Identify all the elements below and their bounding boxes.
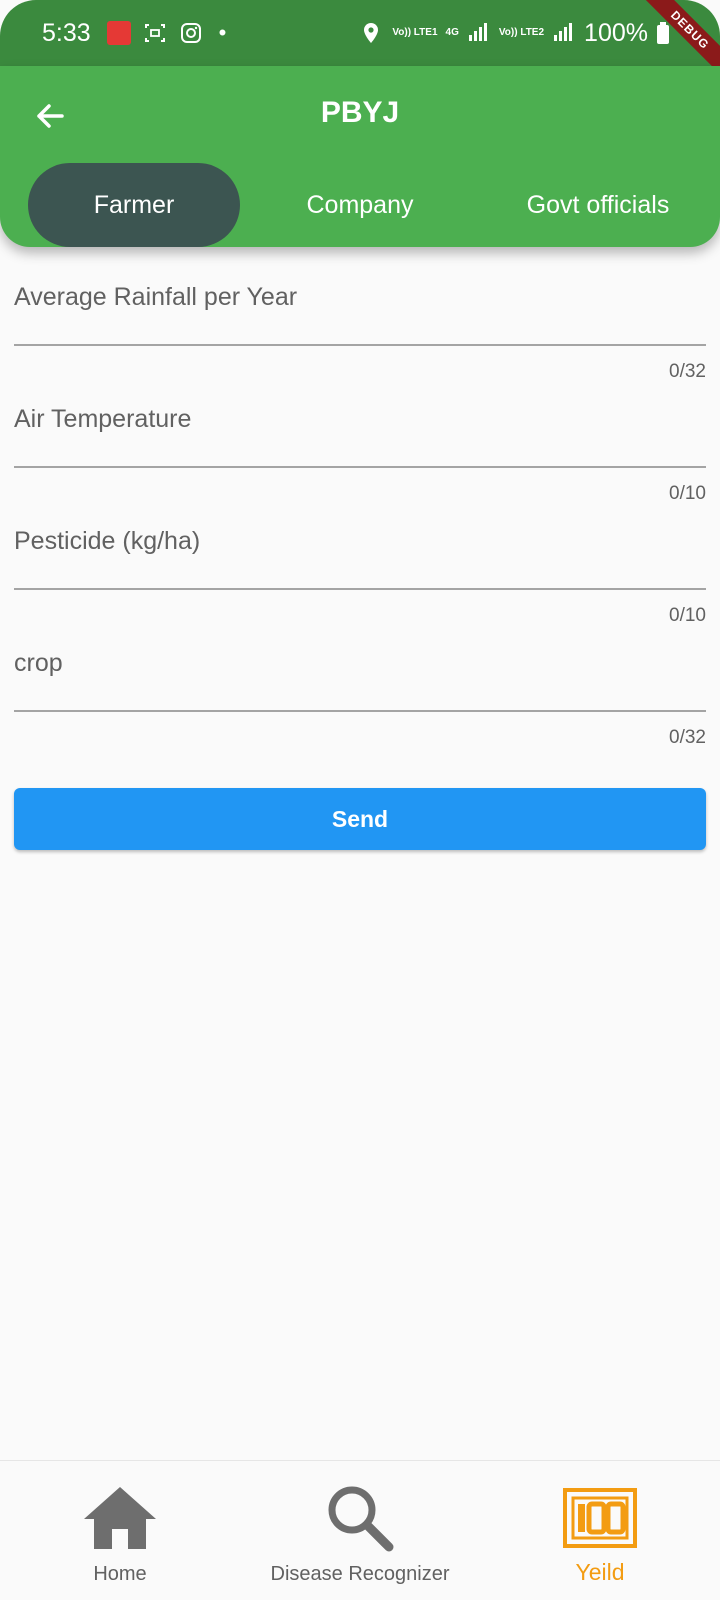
nav-label-home: Home (93, 1563, 147, 1585)
tab-govt-officials[interactable]: Govt officials (492, 163, 704, 247)
status-time: 5:33 (42, 18, 91, 47)
network-4g-label: 4G (445, 27, 459, 38)
app-bar: PBYJ Farmer Company Govt officials (0, 66, 720, 247)
rainfall-field[interactable]: Average Rainfall per Year 0/32 (14, 283, 706, 383)
pesticide-field[interactable]: Pesticide (kg/ha) 0/10 (14, 527, 706, 627)
signal-2-icon (552, 21, 576, 45)
rainfall-field-underline (14, 344, 706, 346)
rainfall-field-label: Average Rainfall per Year (14, 283, 298, 311)
air-temperature-field-counter: 0/10 (669, 483, 706, 504)
air-temperature-field-underline (14, 466, 706, 468)
more-notifications-dot: • (218, 20, 227, 45)
network-lte1-label: Vo)) LTE1 (392, 27, 438, 38)
pesticide-field-label: Pesticide (kg/ha) (14, 527, 201, 555)
crop-field-underline (14, 710, 706, 712)
nav-item-home[interactable]: Home (0, 1461, 240, 1600)
crop-field-counter: 0/32 (669, 727, 706, 748)
network-lte2-label: Vo)) LTE2 (498, 27, 545, 38)
instagram-icon (179, 21, 203, 45)
notification-app-icon (106, 21, 131, 45)
bottom-navigation: Home Disease Recognizer Yeild (0, 1460, 720, 1600)
crop-field[interactable]: crop 0/32 (14, 649, 706, 749)
tab-bar: Farmer Company Govt officials (0, 163, 720, 247)
status-bar: 5:33 • Vo)) LTE1 4G Vo)) LTE2 100% DEBUG (0, 0, 720, 80)
pesticide-field-underline (14, 588, 706, 590)
tab-farmer[interactable]: Farmer (28, 163, 240, 247)
pesticide-field-counter: 0/10 (669, 605, 706, 626)
nav-label-disease-recognizer: Disease Recognizer (270, 1563, 450, 1585)
battery-level: 100% (584, 18, 648, 47)
nav-item-yeild[interactable]: Yeild (480, 1461, 720, 1600)
crop-field-label: crop (14, 649, 63, 677)
rainfall-field-counter: 0/32 (669, 361, 706, 382)
screen-record-icon (143, 21, 167, 45)
hundred-icon (560, 1483, 640, 1553)
nav-item-disease-recognizer[interactable]: Disease Recognizer (240, 1461, 480, 1600)
search-icon (320, 1483, 400, 1553)
air-temperature-field-label: Air Temperature (14, 405, 192, 433)
air-temperature-field[interactable]: Air Temperature 0/10 (14, 405, 706, 505)
tab-company[interactable]: Company (254, 163, 466, 247)
location-icon (360, 21, 384, 45)
nav-label-yeild: Yeild (575, 1559, 625, 1585)
page-title: PBYJ (320, 96, 400, 129)
home-icon (80, 1483, 160, 1553)
send-button[interactable]: Send (14, 788, 706, 850)
signal-icon (467, 21, 491, 45)
